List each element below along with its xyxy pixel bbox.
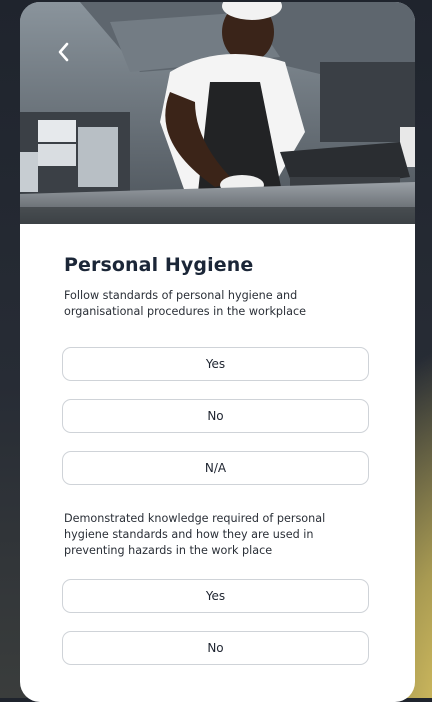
hero-image [20,2,415,224]
question-text: Follow standards of personal hygiene and… [64,289,307,318]
back-button[interactable] [50,38,78,66]
chevron-left-icon [58,42,69,62]
assessment-card: Personal Hygiene Follow standards of per… [20,2,415,702]
option-yes-button[interactable]: Yes [62,579,369,613]
kitchen-photo [20,2,415,224]
option-no-button[interactable]: No [62,399,369,433]
question-text: Demonstrated knowledge required of perso… [64,512,326,557]
option-no-button[interactable]: No [62,631,369,665]
section-title: Personal Hygiene [64,254,254,276]
option-na-button[interactable]: N/A [62,451,369,485]
option-yes-button[interactable]: Yes [62,347,369,381]
